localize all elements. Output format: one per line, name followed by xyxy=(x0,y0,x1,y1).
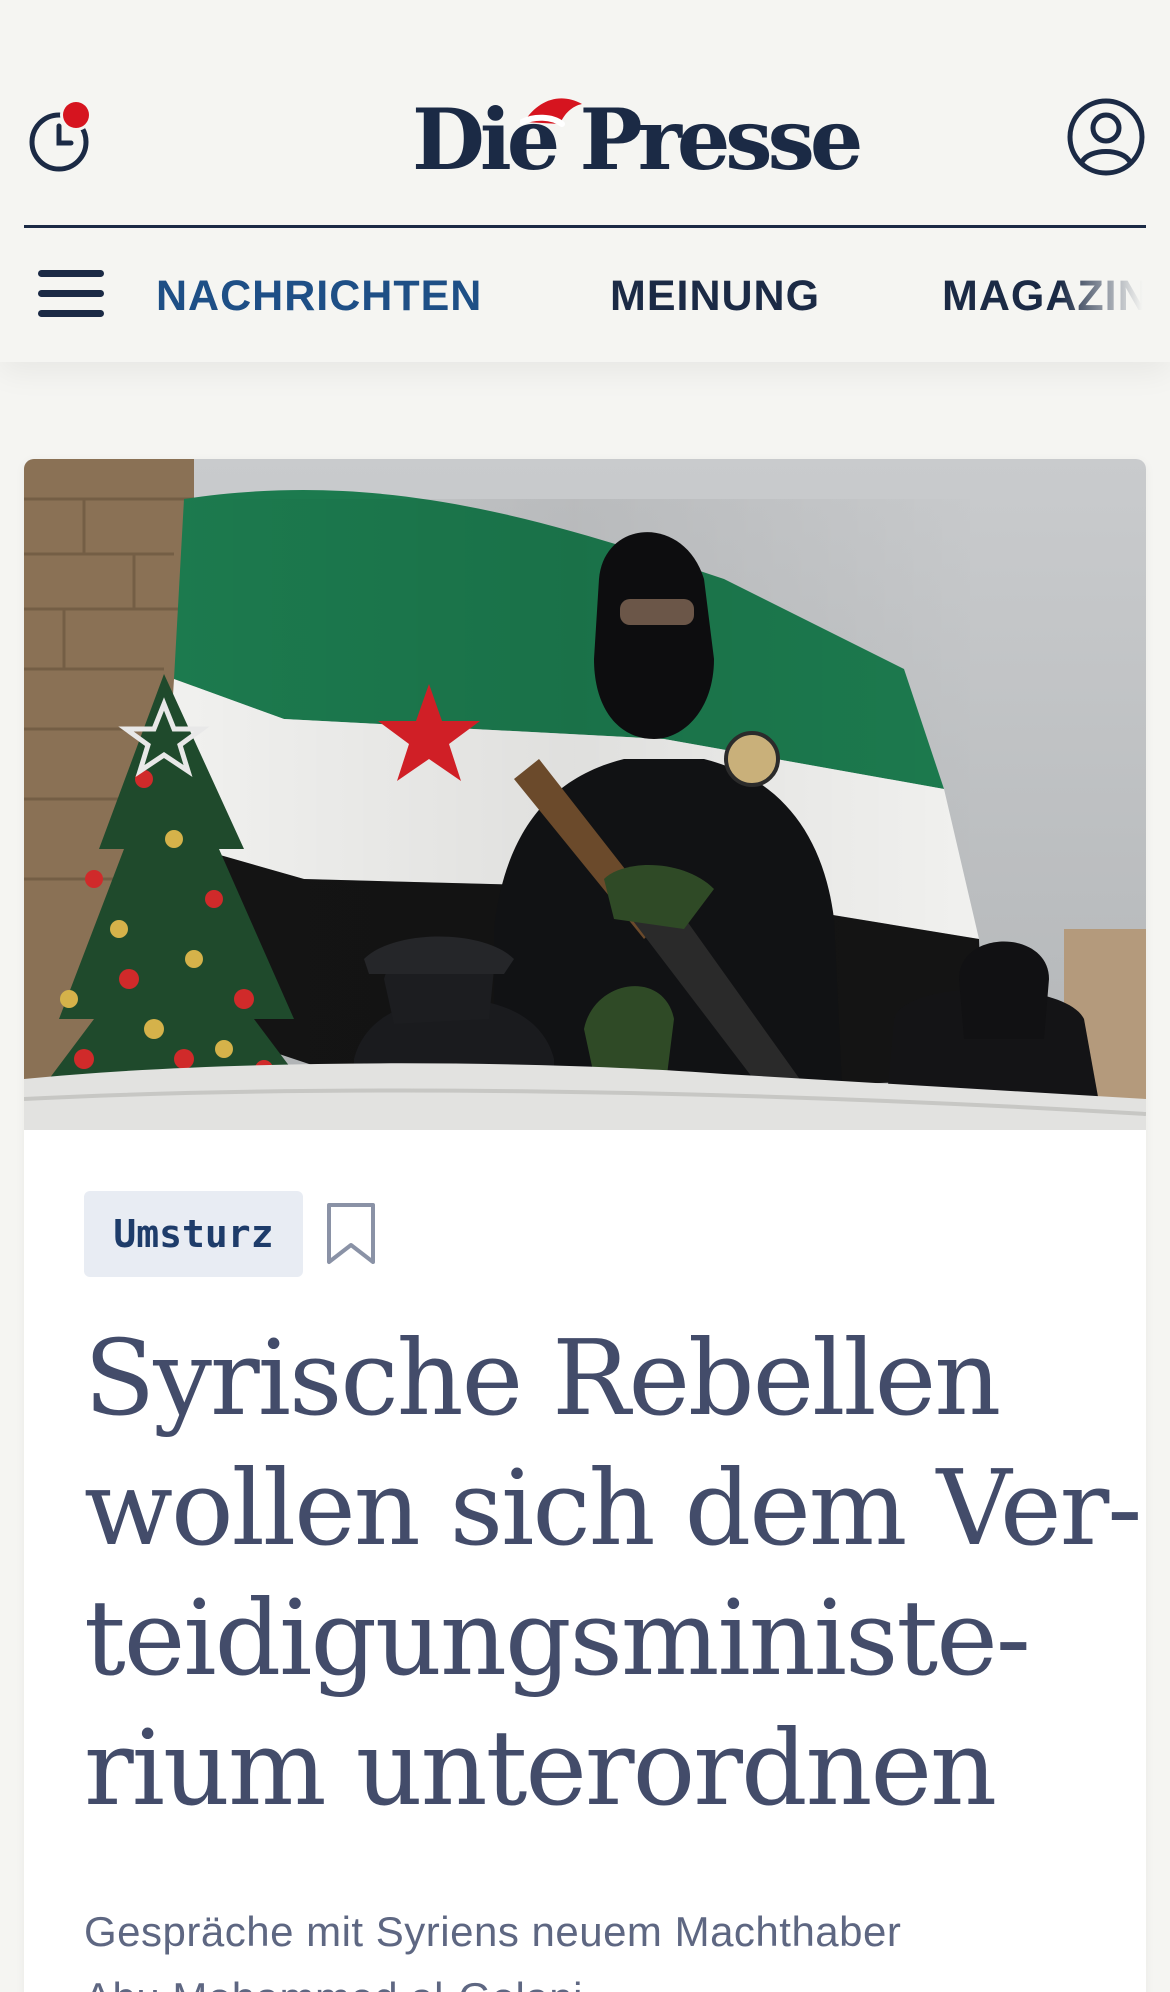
santa-hat-icon xyxy=(520,98,582,127)
hamburger-menu-icon[interactable] xyxy=(38,266,106,326)
article-hero-image[interactable] xyxy=(24,459,1146,1130)
history-button[interactable] xyxy=(26,96,96,176)
nav-item-meinung[interactable]: MEINUNG xyxy=(610,270,820,322)
user-account-icon xyxy=(1067,98,1145,176)
account-button[interactable] xyxy=(1065,96,1147,178)
headline-line: rium unterordnen xyxy=(84,1707,997,1829)
nav-item-nachrichten[interactable]: NACHRICHTEN xyxy=(156,270,482,322)
bookmark-button[interactable] xyxy=(324,1201,378,1267)
bookmark-icon xyxy=(327,1203,375,1264)
clock-icon xyxy=(29,99,92,172)
site-header: Die Presse NACHRICHTEN MEINUNG MAGAZIN xyxy=(0,0,1170,362)
category-tag[interactable]: Umsturz xyxy=(84,1191,303,1277)
site-logo[interactable]: Die Presse xyxy=(412,90,863,190)
teaser-line: Abu Mohammed al-Golani xyxy=(84,1965,1104,1992)
headline-line: teidigungsministe- xyxy=(84,1577,1031,1699)
headline-line: Syrische Rebellen xyxy=(84,1317,1001,1439)
header-divider xyxy=(24,225,1146,228)
notification-dot xyxy=(63,102,89,128)
article-teaser: Gespräche mit Syriens neuem Machthaber A… xyxy=(84,1899,1104,1992)
logo-text: Die Presse xyxy=(412,90,863,189)
headline-line: wollen sich dem Ver- xyxy=(84,1447,1142,1569)
article-headline[interactable]: Syrische Rebellen wollen sich dem Ver- t… xyxy=(84,1313,1142,1833)
nav-scroll-fade xyxy=(1060,252,1170,342)
article-card[interactable]: Umsturz Syrische Rebellen wollen sich de… xyxy=(24,459,1146,1992)
teaser-line: Gespräche mit Syriens neuem Machthaber xyxy=(84,1908,902,1955)
